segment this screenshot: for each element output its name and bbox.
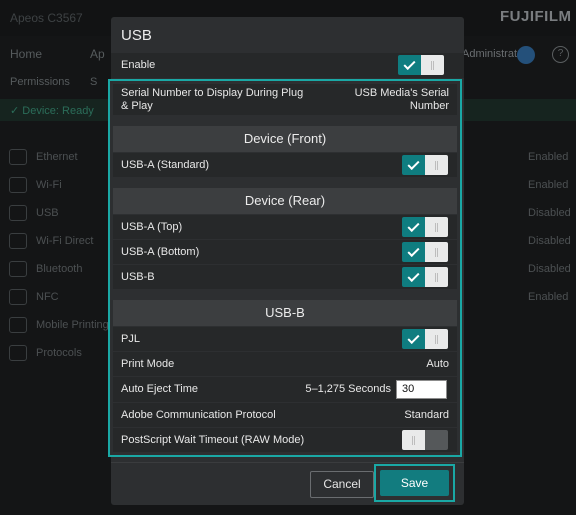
enable-row: Enable bbox=[111, 53, 464, 78]
dialog-title: USB bbox=[121, 27, 152, 44]
wifi-direct-icon bbox=[9, 233, 27, 249]
toggle-grip-icon bbox=[435, 273, 438, 282]
toggle-grip-icon bbox=[435, 248, 438, 257]
toggle-grip-icon bbox=[412, 436, 415, 445]
list-item-label: Wi-Fi bbox=[36, 179, 62, 191]
usb-a-bottom-row: USB-A (Bottom) bbox=[113, 240, 457, 264]
list-item-label: USB bbox=[36, 207, 59, 219]
nfc-icon bbox=[9, 289, 27, 305]
enable-toggle[interactable] bbox=[398, 55, 444, 75]
pjl-toggle[interactable] bbox=[402, 329, 448, 349]
protocols-icon bbox=[9, 345, 27, 361]
list-item-label: Mobile Printing bbox=[36, 319, 109, 331]
usb-a-top-row: USB-A (Top) bbox=[113, 215, 457, 239]
list-item-status: Disabled bbox=[528, 207, 571, 219]
serial-number-value[interactable]: USB Media's Serial Number bbox=[349, 87, 449, 113]
usb-a-standard-row: USB-A (Standard) bbox=[113, 153, 457, 177]
auto-eject-label: Auto Eject Time bbox=[121, 383, 199, 395]
usb-b-row: USB-B bbox=[113, 265, 457, 289]
usb-a-bottom-label: USB-A (Bottom) bbox=[121, 246, 200, 258]
enable-label: Enable bbox=[121, 59, 156, 71]
postscript-timeout-label: PostScript Wait Timeout (RAW Mode) bbox=[121, 434, 305, 446]
printer-name: Apeos C3567 bbox=[10, 11, 83, 25]
section-device-rear: Device (Rear) bbox=[113, 188, 457, 214]
device-status: ✓ Device: Ready bbox=[10, 105, 94, 117]
print-mode-value[interactable]: Auto bbox=[426, 358, 449, 371]
auto-eject-range: 5–1,275 Seconds bbox=[305, 383, 391, 395]
toggle-grip-icon bbox=[431, 61, 434, 70]
bluetooth-icon bbox=[9, 261, 27, 277]
serial-number-label: Serial Number to Display During Plug & P… bbox=[121, 87, 304, 112]
section-usb-b: USB-B bbox=[113, 300, 457, 326]
usb-b-toggle[interactable] bbox=[402, 267, 448, 287]
postscript-timeout-toggle[interactable] bbox=[402, 430, 448, 450]
toggle-grip-icon bbox=[435, 335, 438, 344]
dialog-footer-divider bbox=[111, 462, 464, 463]
auto-eject-row: Auto Eject Time 5–1,275 Seconds 30 bbox=[113, 377, 457, 402]
toggle-grip-icon bbox=[435, 223, 438, 232]
list-item-status: Disabled bbox=[528, 235, 571, 247]
adobe-protocol-value[interactable]: Standard bbox=[404, 409, 449, 422]
save-button[interactable]: Save bbox=[380, 470, 449, 496]
save-button-focus-ring: Save bbox=[374, 464, 455, 502]
usb-a-standard-toggle[interactable] bbox=[402, 155, 448, 175]
list-item-status: Enabled bbox=[528, 291, 569, 303]
list-item-label: Protocols bbox=[36, 347, 82, 359]
pjl-label: PJL bbox=[121, 333, 140, 345]
adobe-protocol-label: Adobe Communication Protocol bbox=[121, 409, 276, 421]
section-device-front: Device (Front) bbox=[113, 126, 457, 152]
list-item-label: NFC bbox=[36, 291, 59, 303]
tab-permissions[interactable]: Permissions bbox=[10, 76, 70, 88]
usb-a-standard-label: USB-A (Standard) bbox=[121, 159, 210, 171]
serial-number-row: Serial Number to Display During Plug & P… bbox=[113, 84, 457, 115]
list-item-label: Wi-Fi Direct bbox=[36, 235, 94, 247]
auto-eject-input[interactable]: 30 bbox=[396, 380, 447, 399]
ethernet-icon bbox=[9, 149, 27, 165]
adobe-protocol-row: Adobe Communication Protocol Standard bbox=[113, 403, 457, 427]
wifi-icon bbox=[9, 177, 27, 193]
usb-a-bottom-toggle[interactable] bbox=[402, 242, 448, 262]
settings-scroll-area[interactable]: Serial Number to Display During Plug & P… bbox=[108, 79, 462, 457]
usb-b-label: USB-B bbox=[121, 271, 155, 283]
pjl-row: PJL bbox=[113, 327, 457, 351]
list-item-label: Ethernet bbox=[36, 151, 78, 163]
print-mode-label: Print Mode bbox=[121, 358, 175, 370]
nav-home[interactable]: Home bbox=[10, 47, 42, 61]
usb-a-top-label: USB-A (Top) bbox=[121, 221, 183, 233]
nav-apps[interactable]: Ap bbox=[90, 47, 105, 61]
usb-a-top-toggle[interactable] bbox=[402, 217, 448, 237]
cancel-button[interactable]: Cancel bbox=[310, 471, 374, 498]
help-icon[interactable]: ? bbox=[552, 46, 569, 63]
mobile-printing-icon bbox=[9, 317, 27, 333]
list-item-label: Bluetooth bbox=[36, 263, 83, 275]
list-item-status: Disabled bbox=[528, 263, 571, 275]
toggle-grip-icon bbox=[435, 161, 438, 170]
list-item-status: Enabled bbox=[528, 179, 569, 191]
user-icon[interactable] bbox=[517, 46, 535, 64]
brand-logo: FUJIFILM bbox=[500, 8, 572, 25]
print-mode-row: Print Mode Auto bbox=[113, 352, 457, 376]
tab-s[interactable]: S bbox=[90, 76, 97, 88]
usb-icon bbox=[9, 205, 27, 221]
postscript-timeout-row: PostScript Wait Timeout (RAW Mode) bbox=[113, 428, 457, 452]
list-item-status: Enabled bbox=[528, 151, 569, 163]
